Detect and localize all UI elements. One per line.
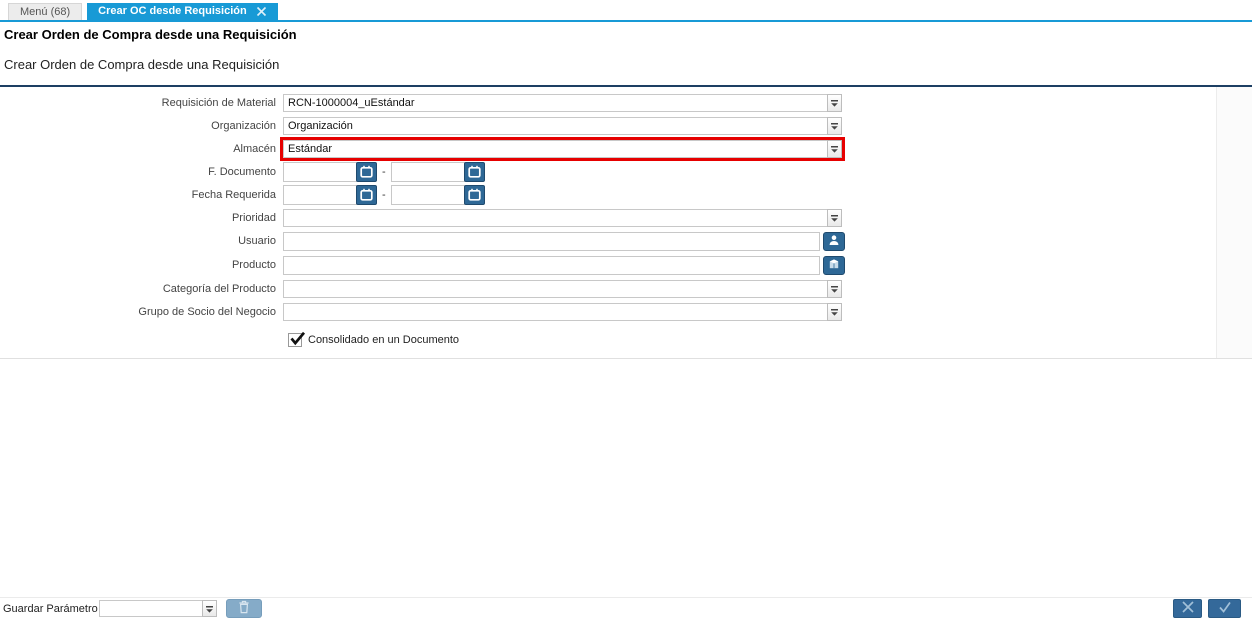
usuario-label: Usuario	[238, 235, 276, 247]
save-parameter-combobox[interactable]	[98, 600, 217, 617]
row-consolidado: Consolidado en un Documento	[0, 329, 1252, 351]
tab-bar: Menú (68) Crear OC desde Requisición	[0, 0, 1252, 22]
tab-close-icon[interactable]	[256, 6, 267, 17]
chevron-down-icon[interactable]	[827, 116, 842, 135]
fecha-requerida-from-input[interactable]	[283, 184, 357, 205]
dialog-actions	[1173, 599, 1252, 618]
organizacion-input[interactable]	[283, 116, 828, 135]
confirm-button[interactable]	[1208, 599, 1241, 618]
row-prioridad: Prioridad	[0, 206, 1252, 229]
row-grupo-socio-negocio: Grupo de Socio del Negocio	[0, 300, 1252, 323]
calendar-icon[interactable]	[356, 184, 377, 205]
prioridad-input[interactable]	[283, 208, 828, 227]
process-description: Crear Orden de Compra desde una Requisic…	[4, 57, 280, 72]
calendar-icon[interactable]	[463, 161, 485, 182]
f-documento-to-group	[390, 161, 485, 182]
trash-icon	[238, 600, 250, 617]
row-organizacion: Organización	[0, 114, 1252, 137]
producto-input[interactable]	[283, 255, 820, 275]
categoria-producto-label: Categoría del Producto	[162, 282, 276, 295]
calendar-icon[interactable]	[356, 161, 377, 182]
consolidado-checkbox[interactable]	[288, 331, 306, 347]
categoria-producto-input[interactable]	[283, 279, 828, 298]
requisicion-material-input[interactable]	[283, 93, 828, 112]
organizacion-label: Organización	[211, 119, 276, 132]
row-usuario: Usuario	[0, 229, 1252, 253]
check-icon	[1218, 601, 1232, 616]
usuario-lookup-button[interactable]	[823, 231, 845, 251]
fecha-requerida-label: Fecha Requerida	[191, 188, 276, 201]
date-range-separator: -	[382, 165, 386, 178]
tab-crear-oc-label: Crear OC desde Requisición	[98, 5, 247, 17]
footer-bar: Guardar Parámetro	[0, 597, 1252, 619]
producto-lookup-button[interactable]	[823, 255, 845, 275]
categoria-producto-combobox[interactable]	[283, 279, 842, 298]
save-parameter-label: Guardar Parámetro	[3, 602, 98, 615]
cancel-button[interactable]	[1173, 599, 1202, 618]
requisicion-material-combobox[interactable]	[283, 93, 842, 112]
page-title: Crear Orden de Compra desde una Requisic…	[4, 27, 297, 42]
tab-menu[interactable]: Menú (68)	[8, 3, 83, 20]
fecha-requerida-from-group	[283, 184, 377, 205]
chevron-down-icon[interactable]	[827, 139, 842, 158]
almacen-combobox-highlighted[interactable]	[280, 136, 845, 161]
chevron-down-icon[interactable]	[201, 600, 217, 617]
f-documento-from-group	[283, 161, 377, 182]
producto-label: Producto	[231, 259, 276, 271]
almacen-input[interactable]	[283, 139, 828, 158]
parameter-panel: Requisición de Material Organización Alm…	[0, 85, 1252, 359]
chevron-down-icon[interactable]	[827, 279, 842, 298]
prioridad-combobox[interactable]	[283, 208, 842, 227]
product-icon	[828, 258, 840, 273]
save-parameter-group: Guardar Parámetro	[0, 599, 262, 618]
date-range-separator: -	[382, 188, 386, 201]
f-documento-label: F. Documento	[208, 165, 276, 178]
user-icon	[828, 234, 840, 249]
fecha-requerida-to-group	[390, 184, 485, 205]
chevron-down-icon[interactable]	[827, 302, 842, 321]
delete-parameter-button[interactable]	[225, 599, 262, 618]
prioridad-label: Prioridad	[231, 211, 276, 224]
row-f-documento: F. Documento -	[0, 160, 1252, 183]
grupo-socio-negocio-combobox[interactable]	[283, 302, 842, 321]
save-parameter-input[interactable]	[98, 600, 203, 617]
grupo-socio-negocio-input[interactable]	[283, 302, 828, 321]
requisicion-material-label: Requisición de Material	[161, 96, 276, 109]
row-categoria-producto: Categoría del Producto	[0, 277, 1252, 300]
row-producto: Producto	[0, 253, 1252, 277]
f-documento-from-input[interactable]	[283, 161, 357, 182]
row-requisicion-material: Requisición de Material	[0, 91, 1252, 114]
chevron-down-icon[interactable]	[827, 93, 842, 112]
tab-menu-label: Menú (68)	[20, 6, 71, 18]
consolidado-label: Consolidado en un Documento	[308, 334, 460, 346]
row-almacen: Almacén	[0, 136, 1252, 161]
f-documento-to-input[interactable]	[390, 161, 465, 182]
calendar-icon[interactable]	[463, 184, 485, 205]
grupo-socio-negocio-label: Grupo de Socio del Negocio	[138, 305, 276, 318]
chevron-down-icon[interactable]	[827, 208, 842, 227]
organizacion-combobox[interactable]	[283, 116, 842, 135]
panel-right-strip	[1216, 87, 1252, 358]
fecha-requerida-to-input[interactable]	[390, 184, 465, 205]
almacen-label: Almacén	[233, 142, 276, 155]
x-icon	[1181, 601, 1195, 616]
usuario-input[interactable]	[283, 231, 820, 251]
row-fecha-requerida: Fecha Requerida -	[0, 183, 1252, 206]
tab-crear-oc-desde-requisicion[interactable]: Crear OC desde Requisición	[87, 3, 278, 20]
